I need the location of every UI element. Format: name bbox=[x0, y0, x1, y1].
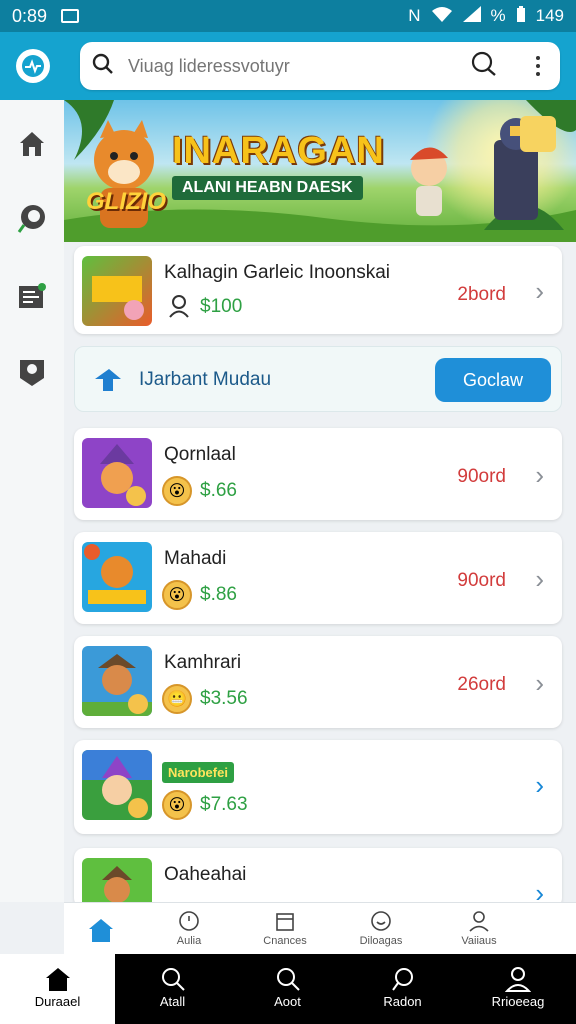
chevron-right-icon[interactable]: › bbox=[535, 668, 544, 699]
banner-badge: GLIZIO bbox=[86, 188, 166, 215]
smile-icon bbox=[336, 909, 426, 933]
news-icon[interactable] bbox=[14, 278, 50, 314]
list-item[interactable]: Qornlaal 😮 $.66 90ord › bbox=[74, 428, 562, 520]
chat-icon bbox=[345, 954, 460, 994]
game-thumbnail bbox=[82, 646, 152, 716]
coin-icon: 😮 bbox=[162, 790, 192, 820]
clock-icon bbox=[144, 909, 234, 933]
promo-row: IJarbant Mudau Goclaw bbox=[74, 346, 562, 412]
subnav-label: Cnances bbox=[263, 935, 307, 947]
home-icon[interactable] bbox=[14, 126, 50, 162]
battery-icon bbox=[516, 5, 526, 27]
status-time: 0:89 bbox=[12, 5, 48, 26]
explore-icon[interactable] bbox=[14, 200, 50, 236]
app-logo-icon[interactable] bbox=[16, 49, 50, 83]
left-rail bbox=[0, 100, 64, 902]
bottom-nav-radar[interactable]: Radon bbox=[345, 954, 460, 1024]
user-icon bbox=[168, 294, 190, 323]
list-item[interactable]: Mahadi 😮 $.86 90ord › bbox=[74, 532, 562, 624]
voice-search-icon[interactable] bbox=[470, 51, 498, 82]
subnav-item[interactable]: Aulia bbox=[144, 909, 234, 947]
search-icon bbox=[230, 954, 345, 994]
status-bar: 0:89 N % 149 bbox=[0, 0, 576, 32]
bottom-nav-home[interactable]: Duraael bbox=[0, 954, 115, 1024]
item-rank: 90ord bbox=[457, 570, 506, 591]
promo-banner[interactable]: INARAGAN ALANI HEABN DAESK GLIZIO bbox=[64, 100, 576, 242]
profile-icon bbox=[434, 909, 524, 933]
search-icon bbox=[115, 954, 230, 994]
bottom-nav-search[interactable]: Atall bbox=[115, 954, 230, 1024]
coin-icon: 😮 bbox=[162, 476, 192, 506]
percent-icon: % bbox=[490, 6, 506, 25]
subnav-label: Aulia bbox=[176, 935, 202, 947]
item-rank: 26ord bbox=[457, 674, 506, 695]
item-price: $7.63 bbox=[200, 794, 248, 815]
nfc-icon: N bbox=[408, 6, 421, 25]
chevron-right-icon[interactable]: › bbox=[535, 460, 544, 491]
search-bar bbox=[80, 42, 560, 90]
chevron-right-icon[interactable]: › bbox=[535, 770, 544, 801]
item-title: Qornlaal bbox=[164, 444, 236, 465]
subnav-item[interactable]: Cnances bbox=[240, 909, 330, 947]
search-icon[interactable] bbox=[92, 53, 114, 80]
promo-label: IJarbant Mudau bbox=[139, 369, 272, 390]
item-price: $3.56 bbox=[200, 688, 248, 709]
featured-rank: 2bord bbox=[457, 284, 506, 305]
promo-button[interactable]: Goclaw bbox=[435, 358, 551, 402]
game-thumbnail bbox=[82, 542, 152, 612]
game-thumbnail bbox=[82, 750, 152, 820]
featured-title: Kalhagin Garleic Inoonskai bbox=[164, 262, 391, 283]
sub-navigation: Aulia Cnances Diloagas Vaiiaus bbox=[64, 902, 576, 954]
pin-icon bbox=[93, 367, 123, 398]
featured-thumbnail bbox=[82, 256, 152, 326]
bottom-nav-label: Duraael bbox=[34, 994, 81, 1009]
search-input[interactable] bbox=[128, 55, 470, 77]
item-price: $.86 bbox=[200, 584, 237, 605]
coin-icon: 😬 bbox=[162, 684, 192, 714]
subnav-item[interactable]: Diloagas bbox=[336, 909, 426, 947]
bottom-nav-label: Atall bbox=[159, 994, 186, 1009]
bottom-navigation: Duraael Atall Aoot Radon Rrioeeag bbox=[0, 954, 576, 1024]
calendar-icon bbox=[240, 909, 330, 933]
signal-icon bbox=[462, 5, 481, 27]
banner-title: INARAGAN bbox=[172, 130, 385, 172]
item-title: Kamhrari bbox=[164, 652, 242, 673]
more-options-icon[interactable] bbox=[528, 56, 548, 76]
wifi-icon bbox=[431, 6, 453, 27]
list-item[interactable]: Kamhrari 😬 $3.56 26ord › bbox=[74, 636, 562, 728]
list-item[interactable]: Oaheahai › bbox=[74, 848, 562, 908]
featured-price: $100 bbox=[200, 296, 243, 317]
featured-card[interactable]: Kalhagin Garleic Inoonskai $100 2bord › bbox=[74, 246, 562, 334]
chevron-right-icon[interactable]: › bbox=[535, 276, 544, 307]
profile-icon bbox=[460, 954, 576, 994]
game-thumbnail bbox=[82, 438, 152, 508]
bottom-nav-label: Aoot bbox=[274, 994, 301, 1009]
item-rank: 90ord bbox=[457, 466, 506, 487]
notification-icon bbox=[61, 9, 80, 23]
location-icon[interactable] bbox=[14, 354, 50, 390]
coin-icon: 😮 bbox=[162, 580, 192, 610]
chevron-right-icon[interactable]: › bbox=[535, 564, 544, 595]
subnav-home-icon[interactable] bbox=[84, 913, 118, 947]
bottom-nav-discover[interactable]: Aoot bbox=[230, 954, 345, 1024]
item-title: Oaheahai bbox=[164, 864, 247, 885]
bottom-nav-profile[interactable]: Rrioeeag bbox=[460, 954, 576, 1024]
battery-level: 149 bbox=[535, 6, 564, 25]
subnav-label: Diloagas bbox=[359, 935, 403, 947]
list-item[interactable]: Narobefei 😮 $7.63 › bbox=[74, 740, 562, 834]
game-thumbnail bbox=[82, 858, 152, 908]
item-price: $.66 bbox=[200, 480, 237, 501]
item-title: Mahadi bbox=[164, 548, 227, 569]
subnav-label: Vaiiaus bbox=[461, 935, 497, 947]
banner-subtitle: ALANI HEABN DAESK bbox=[172, 176, 363, 200]
app-bar bbox=[0, 32, 576, 100]
bottom-nav-label: Radon bbox=[383, 994, 422, 1009]
item-tag: Narobefei bbox=[162, 762, 234, 783]
home-icon bbox=[0, 954, 115, 994]
bottom-nav-label: Rrioeeag bbox=[491, 994, 545, 1009]
subnav-item[interactable]: Vaiiaus bbox=[434, 909, 524, 947]
